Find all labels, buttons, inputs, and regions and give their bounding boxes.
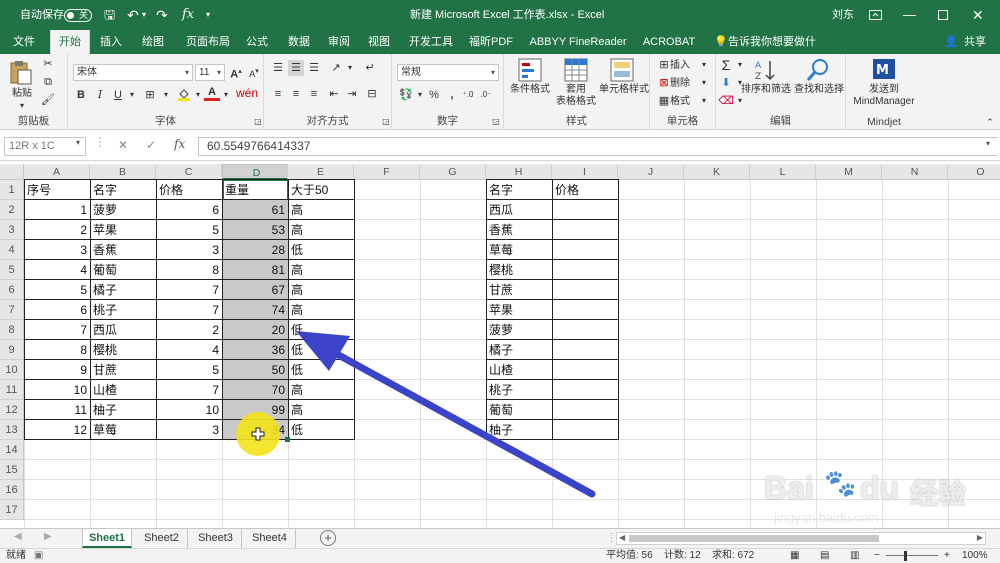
scroll-right-icon[interactable]: ▶ [44, 531, 52, 542]
sheet-tab-1[interactable]: Sheet1 [82, 529, 132, 548]
normal-view-icon[interactable]: ▦ [790, 549, 799, 563]
add-sheet-icon[interactable]: + [320, 530, 336, 546]
watermark-url: jingyan.baidu.com [774, 510, 879, 525]
baidu-watermark: 🐾 Bai du 经验 jingyan.baidu.com [764, 458, 994, 528]
scrollbar-thumb[interactable] [629, 535, 879, 542]
zoom-level[interactable]: 100% [962, 549, 988, 563]
status-mode: 就绪 [6, 550, 26, 561]
status-sum[interactable]: 求和: 672 [712, 549, 754, 563]
scroll-right-arrow-icon[interactable]: ▶ [977, 533, 983, 542]
baidu-paw-icon: 🐾 [824, 468, 857, 498]
watermark-jingyan: 经验 [910, 478, 967, 509]
watermark-brand-du: du [860, 470, 900, 506]
status-count[interactable]: 计数: 12 [664, 549, 701, 563]
horizontal-scrollbar[interactable]: ◀ ▶ [616, 532, 986, 545]
scroll-left-icon[interactable]: ◀ [14, 531, 22, 542]
annotation-arrow-shaft [320, 343, 596, 498]
zoom-slider-track[interactable] [886, 555, 938, 556]
annotation-arrow-head [296, 331, 350, 371]
macro-record-icon[interactable]: ▣ [34, 549, 43, 563]
page-break-view-icon[interactable]: ▥ [850, 549, 859, 563]
zoom-slider-thumb[interactable] [904, 551, 907, 561]
zoom-out-icon[interactable]: − [874, 549, 880, 563]
excel-window: 自动保存 关 🖫 ↶ ▾ ↷ fx ▾ 新建 Microsoft Excel 工… [0, 0, 1000, 563]
scroll-left-arrow-icon[interactable]: ◀ [619, 533, 625, 542]
sheet-tab-2[interactable]: Sheet2 [136, 529, 188, 548]
zoom-in-icon[interactable]: + [944, 549, 950, 563]
page-layout-view-icon[interactable]: ▤ [820, 549, 829, 563]
status-bar: 就绪 ▣ 平均值: 56 计数: 12 求和: 672 ▦ ▤ ▥ − + 10… [0, 548, 1000, 563]
sheet-tabs-bar: ◀ ▶ Sheet1 Sheet2 Sheet3 Sheet4 + ⋮ ◀ ▶ [0, 528, 1000, 548]
status-average[interactable]: 平均值: 56 [606, 549, 653, 563]
sheet-tab-4[interactable]: Sheet4 [244, 529, 296, 548]
watermark-brand: Bai [764, 470, 814, 506]
sheet-tab-3[interactable]: Sheet3 [190, 529, 242, 548]
